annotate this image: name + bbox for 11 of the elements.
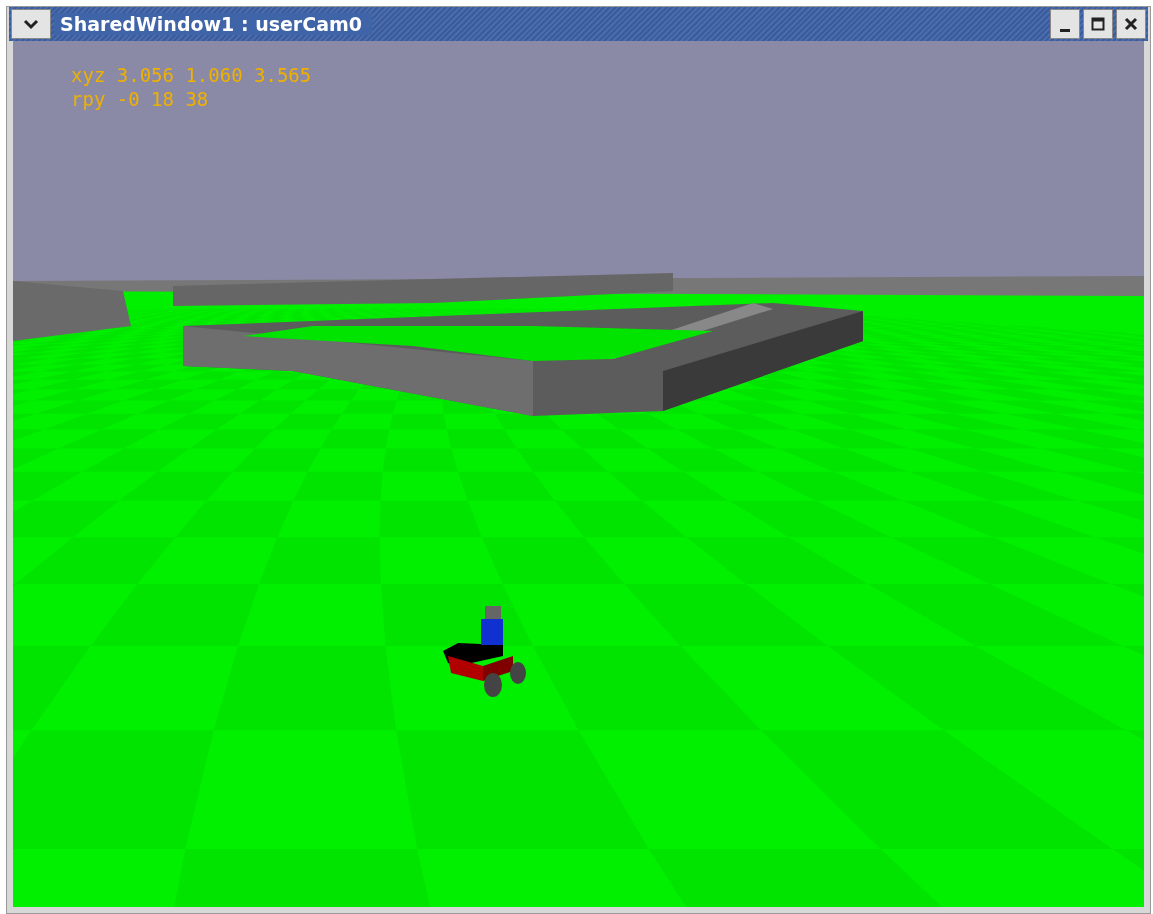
chevron-down-icon	[23, 18, 39, 30]
maximize-button[interactable]	[1083, 9, 1113, 39]
minimize-icon	[1060, 28, 1070, 32]
close-button[interactable]	[1116, 9, 1146, 39]
camera-readout: xyz 3.056 1.060 3.565	[71, 63, 312, 87]
close-icon	[1124, 17, 1138, 31]
maximize-icon	[1091, 17, 1105, 31]
camera-readout: rpy -0 18 38	[71, 87, 210, 111]
minimize-button[interactable]	[1050, 9, 1080, 39]
window-menu-button[interactable]	[11, 9, 51, 39]
window-title: SharedWindow1 : userCam0	[54, 13, 372, 35]
